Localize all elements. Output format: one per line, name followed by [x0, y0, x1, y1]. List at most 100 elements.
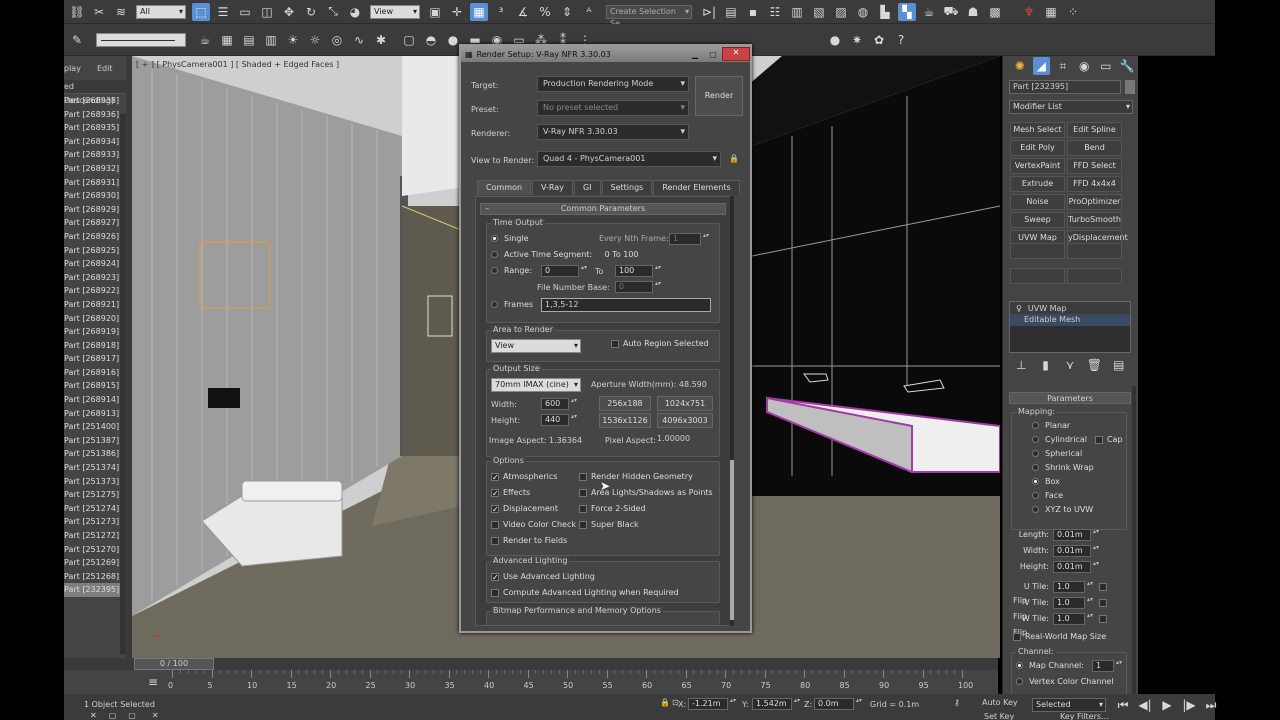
height-spinner[interactable]: 440 [541, 414, 577, 426]
mini-curve-editor-icon[interactable]: ≡ [144, 673, 162, 691]
render-in-cloud-icon[interactable]: ▩ [986, 3, 1004, 21]
scene-list-item[interactable]: Part [268933] [64, 148, 126, 162]
frames-radio[interactable] [491, 301, 498, 308]
preset-size-256x188[interactable]: 256x188 [599, 396, 651, 411]
keyboard-shortcut-override-icon[interactable]: ▦ [470, 2, 488, 21]
close-icon[interactable]: ✕ [90, 711, 97, 720]
omni-icon[interactable]: ✱ [372, 31, 390, 49]
scene-list-item[interactable]: Part [251273] [64, 515, 126, 529]
z-coordinate-field[interactable]: 0.0m [814, 698, 862, 710]
configure-modifier-sets-icon[interactable]: ▤ [1110, 356, 1128, 374]
map-channel-spinner[interactable]: 1 [1092, 660, 1122, 672]
scene-list-item[interactable]: Part [251374] [64, 461, 126, 475]
scene-list-item[interactable]: Part [251386] [64, 447, 126, 461]
move-icon[interactable]: ✥ [280, 3, 298, 21]
viewport-label[interactable]: [ + ] [ PhysCamera001 ] [ Shaded + Edged… [136, 60, 339, 69]
sun-icon[interactable]: ✷ [848, 31, 866, 49]
named-selection-sets-dropdown[interactable]: Create Selection Se [606, 4, 692, 28]
modifier-button[interactable]: Extrude [1010, 176, 1065, 192]
option-checkbox[interactable] [579, 472, 587, 481]
mapping-radio[interactable] [1032, 464, 1039, 471]
render-setup-tab[interactable]: Common [477, 180, 532, 195]
option-checkbox[interactable] [491, 487, 499, 501]
modifier-list-dropdown[interactable]: Modifier List [1009, 100, 1133, 114]
previous-frame-icon[interactable]: ◀| [1136, 696, 1154, 714]
render-setup-tab[interactable]: V-Ray [532, 180, 573, 195]
layer-manager-icon[interactable]: ☷ [766, 3, 784, 21]
y-coordinate-field[interactable]: 1.542m [752, 698, 800, 710]
hierarchy-tab-icon[interactable]: ⌗ [1054, 57, 1072, 75]
modifier-button[interactable]: Noise [1010, 194, 1065, 210]
modifier-button[interactable]: Edit Poly [1010, 140, 1065, 156]
flip-checkbox[interactable] [1099, 598, 1107, 607]
width-spinner[interactable]: 600 [541, 398, 577, 410]
rendered-frame-window-icon[interactable]: ▚ [898, 2, 916, 21]
spline-icon[interactable]: ∿ [350, 31, 368, 49]
camera-icon[interactable]: ◎ [328, 31, 346, 49]
graphite-modeling-icon[interactable]: ▥ [788, 3, 806, 21]
modifier-button[interactable]: VertexPaint [1010, 158, 1065, 174]
utilities-tab-icon[interactable]: 🔧 [1119, 57, 1137, 75]
material-editor-icon[interactable]: ◍ [854, 3, 872, 21]
modifier-button[interactable]: Edit Spline [1067, 122, 1122, 138]
command-panel-scrollbar[interactable] [1132, 386, 1136, 716]
scene-list-item[interactable]: Part [268924] [64, 257, 126, 271]
scene-list-item[interactable]: Part [268935] [64, 121, 126, 135]
sky-icon[interactable]: ● [826, 31, 844, 49]
flip-checkbox[interactable] [1099, 582, 1107, 591]
pivot-center-icon[interactable]: ▣ [426, 3, 444, 21]
time-slider[interactable]: 0 / 100 [134, 658, 214, 670]
scene-list-item[interactable]: Part [251270] [64, 543, 126, 557]
option-checkbox[interactable] [579, 520, 587, 529]
frames-input[interactable]: 1,3,5-12 [541, 298, 711, 312]
brush-preset-field[interactable] [96, 32, 186, 47]
motion-tab-icon[interactable]: ◉ [1076, 57, 1094, 75]
vray-toolbar-icon[interactable]: ▦ [1042, 3, 1060, 21]
toggle-scene-explorer-icon[interactable]: ▪ [744, 3, 762, 21]
selection-filter-dropdown[interactable]: All [136, 4, 186, 19]
spinner-snap-icon[interactable]: ⇕ [558, 3, 576, 21]
schematic-view-icon[interactable]: ▨ [832, 3, 850, 21]
vertex-color-channel-radio[interactable] [1016, 678, 1023, 685]
placement-icon[interactable]: ◕ [346, 3, 364, 21]
texture-icon[interactable]: ▦ [218, 31, 236, 49]
renderer-dropdown[interactable]: V-Ray NFR 3.30.03 [537, 124, 689, 140]
snaps-toggle-icon[interactable]: ³ [492, 3, 510, 21]
close-button[interactable]: ✕ [722, 47, 750, 61]
tile-spinner[interactable]: 1.0 [1053, 581, 1093, 593]
link-icon[interactable]: ⛓ [68, 3, 86, 21]
mapping-radio[interactable] [1032, 478, 1039, 485]
mapping-radio[interactable] [1032, 450, 1039, 457]
range-radio[interactable] [491, 267, 498, 274]
isolate-icon[interactable]: ▢ [128, 711, 136, 720]
option-checkbox[interactable] [579, 488, 587, 497]
rectangle-selection-icon[interactable]: ▭ [236, 3, 254, 21]
modify-tab-icon[interactable]: ◢ [1032, 57, 1050, 75]
scale-icon[interactable]: ⤡ [324, 3, 342, 21]
reference-coordinate-dropdown[interactable]: View [370, 4, 420, 19]
mirror-icon[interactable]: ⊳| [700, 3, 718, 21]
scene-list-item[interactable]: Part [268921] [64, 298, 126, 312]
dimension-spinner[interactable]: 0.01m [1053, 561, 1099, 573]
option-checkbox[interactable] [491, 520, 499, 529]
area-to-render-dropdown[interactable]: View [491, 339, 581, 353]
select-manipulate-icon[interactable]: ✛ [448, 3, 466, 21]
go-to-start-icon[interactable]: ⏮ [1114, 696, 1132, 714]
mapping-radio[interactable] [1032, 436, 1039, 443]
render-setup-icon[interactable]: ▙ [876, 3, 894, 21]
object-color-swatch[interactable] [1125, 80, 1135, 94]
scene-list-item[interactable]: Part [268917] [64, 352, 126, 366]
render-setup-tab[interactable]: Render Elements [653, 180, 740, 195]
modifier-button[interactable]: ProOptimizer [1067, 194, 1122, 210]
mapping-radio[interactable] [1032, 506, 1039, 513]
window-crossing-icon[interactable]: ◫ [258, 3, 276, 21]
shelf-icon[interactable]: ▥ [262, 31, 280, 49]
mapping-radio[interactable] [1032, 492, 1039, 499]
scene-list-item[interactable]: Part [268927] [64, 216, 126, 230]
scene-list-item[interactable]: Part [268923] [64, 271, 126, 285]
scene-list-item[interactable]: Part [251387] [64, 434, 126, 448]
bind-space-warp-icon[interactable]: ≋ [112, 3, 130, 21]
preset-dropdown[interactable]: No preset selected [537, 100, 689, 116]
cap-checkbox[interactable] [1094, 435, 1103, 444]
curve-editor-icon[interactable]: ▧ [810, 3, 828, 21]
